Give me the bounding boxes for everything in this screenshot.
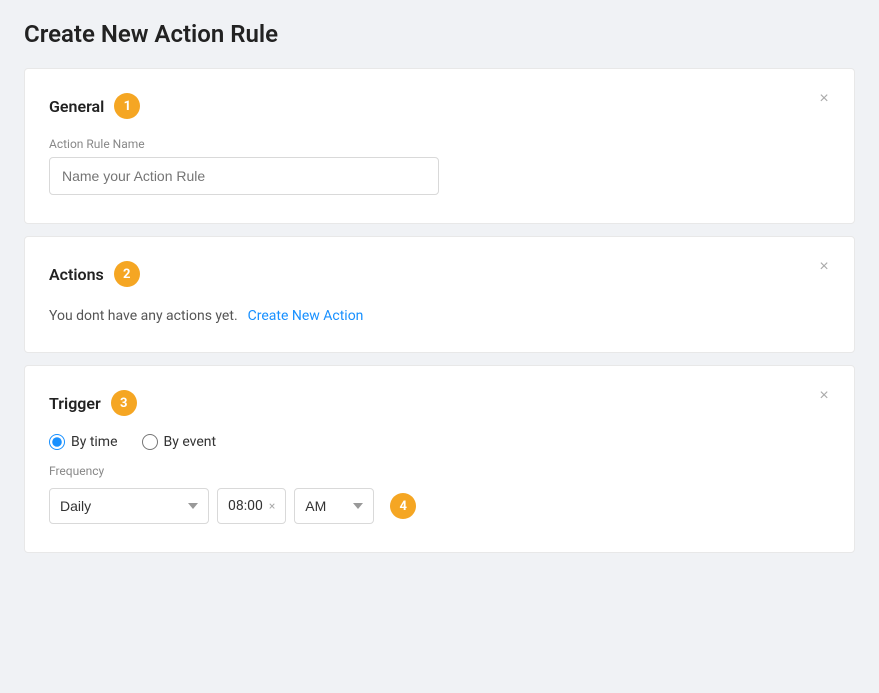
by-time-option[interactable]: By time xyxy=(49,434,118,450)
by-time-label: By time xyxy=(71,434,118,450)
by-time-radio[interactable] xyxy=(49,434,65,450)
ampm-select[interactable]: AM PM xyxy=(294,488,374,524)
frequency-label: Frequency xyxy=(49,464,830,478)
trigger-options: By time By event xyxy=(49,434,830,450)
trigger-close-button[interactable]: × xyxy=(814,386,834,406)
time-clear-button[interactable]: × xyxy=(269,499,275,513)
trigger-close-icon: × xyxy=(819,387,828,405)
page-container: Create New Action Rule General 1 × Actio… xyxy=(0,0,879,693)
frequency-field: Frequency Daily Weekly Monthly 08:00 × A… xyxy=(49,464,830,524)
action-rule-name-field: Action Rule Name xyxy=(49,137,830,195)
general-section-header: General 1 xyxy=(49,93,830,119)
frequency-select[interactable]: Daily Weekly Monthly xyxy=(49,488,209,524)
frequency-row: Daily Weekly Monthly 08:00 × AM PM 4 xyxy=(49,488,830,524)
general-close-button[interactable]: × xyxy=(814,89,834,109)
create-action-link[interactable]: Create New Action xyxy=(248,308,364,324)
by-event-option[interactable]: By event xyxy=(142,434,217,450)
general-section-title: General xyxy=(49,97,104,116)
by-event-radio[interactable] xyxy=(142,434,158,450)
no-actions-row: You dont have any actions yet. Create Ne… xyxy=(49,305,830,324)
no-actions-text: You dont have any actions yet. xyxy=(49,308,238,324)
by-event-label: By event xyxy=(164,434,217,450)
action-rule-name-input[interactable] xyxy=(49,157,439,195)
time-value: 08:00 xyxy=(228,498,263,514)
trigger-section: Trigger 3 × By time By event Frequency D… xyxy=(24,365,855,553)
trigger-section-header: Trigger 3 xyxy=(49,390,830,416)
step-2-badge: 2 xyxy=(114,261,140,287)
actions-close-button[interactable]: × xyxy=(814,257,834,277)
actions-section-title: Actions xyxy=(49,265,104,284)
actions-section: Actions 2 × You dont have any actions ye… xyxy=(24,236,855,353)
step-3-badge: 3 xyxy=(111,390,137,416)
action-rule-name-label: Action Rule Name xyxy=(49,137,830,151)
actions-section-header: Actions 2 xyxy=(49,261,830,287)
page-title: Create New Action Rule xyxy=(24,20,855,48)
step-1-badge: 1 xyxy=(114,93,140,119)
general-section: General 1 × Action Rule Name xyxy=(24,68,855,224)
trigger-section-title: Trigger xyxy=(49,394,101,413)
actions-close-icon: × xyxy=(819,258,828,276)
general-close-icon: × xyxy=(819,90,828,108)
time-input-wrapper: 08:00 × xyxy=(217,488,286,524)
step-4-badge: 4 xyxy=(390,493,416,519)
